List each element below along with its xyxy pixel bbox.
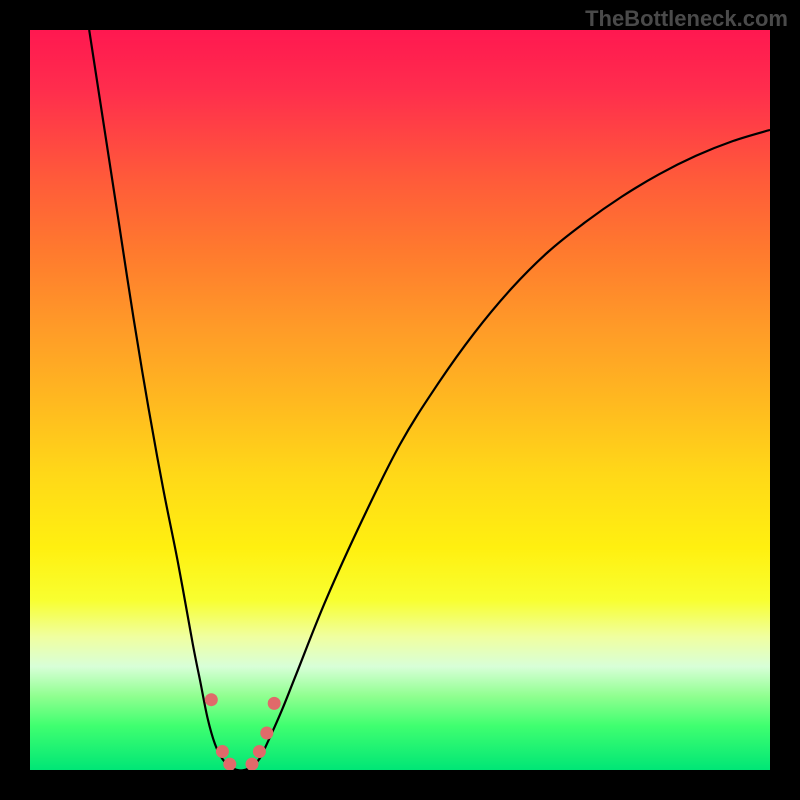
data-marker	[253, 745, 266, 758]
marker-group	[205, 693, 281, 770]
data-marker	[246, 758, 259, 770]
watermark-text: TheBottleneck.com	[585, 6, 788, 32]
chart-plot-area	[30, 30, 770, 770]
curve-left-branch	[89, 30, 230, 766]
data-marker	[223, 758, 236, 770]
data-marker	[216, 745, 229, 758]
curve-group	[89, 30, 770, 770]
data-marker	[260, 727, 273, 740]
curve-right-branch	[252, 130, 770, 766]
data-marker	[205, 693, 218, 706]
chart-svg	[30, 30, 770, 770]
data-marker	[268, 697, 281, 710]
